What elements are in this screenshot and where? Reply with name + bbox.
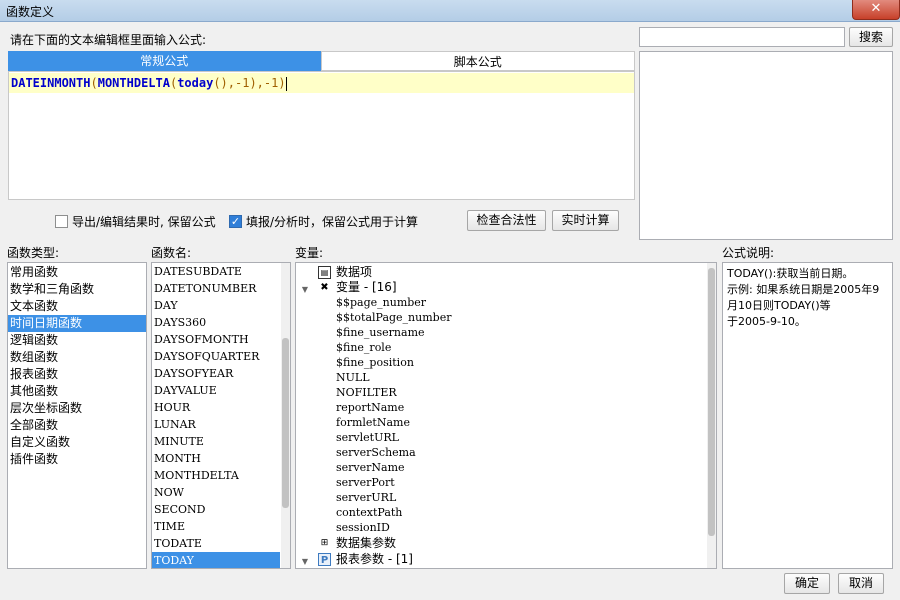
formula-fn-monthdelta: MONTHDELTA bbox=[97, 76, 170, 90]
variable-item[interactable]: NULL bbox=[336, 370, 370, 385]
search-results-panel[interactable] bbox=[639, 51, 893, 240]
function-list: DATESUBDATE DATETONUMBER DAY DAYS360 DAYSOFM… bbox=[151, 262, 291, 569]
variable-item[interactable]: $fine_username bbox=[336, 325, 425, 340]
formula-fn-dateinmonth: DATEINMONTH bbox=[11, 76, 91, 90]
category-item[interactable]: 逻辑函数 bbox=[8, 332, 146, 349]
collapse-icon[interactable]: ▼ bbox=[300, 554, 310, 568]
function-item[interactable]: SECOND bbox=[152, 501, 280, 518]
function-list-scroll-thumb[interactable] bbox=[282, 338, 289, 508]
function-item[interactable]: HOUR bbox=[152, 399, 280, 416]
function-item[interactable]: DATESUBDATE bbox=[152, 263, 280, 280]
table-icon: ▤ bbox=[318, 266, 331, 279]
variable-item[interactable]: contextPath bbox=[336, 505, 402, 520]
title-bar: 函数定义 ✕ bbox=[0, 0, 900, 22]
function-item[interactable]: MONTHDELTA bbox=[152, 467, 280, 484]
formula-args: (),-1),-1) bbox=[213, 76, 286, 90]
variable-item[interactable]: reportName bbox=[336, 400, 404, 415]
keep-formula-export-checkbox[interactable] bbox=[55, 215, 68, 228]
category-item[interactable]: 数组函数 bbox=[8, 349, 146, 366]
function-item[interactable]: TODAY bbox=[152, 552, 280, 568]
category-item[interactable]: 插件函数 bbox=[8, 451, 146, 468]
tab-normal-formula[interactable]: 常规公式 bbox=[8, 51, 321, 71]
function-list-scrollbar[interactable] bbox=[281, 263, 290, 568]
prompt-label: 请在下面的文本编辑框里面输入公式: bbox=[10, 33, 207, 47]
variable-item[interactable]: serverURL bbox=[336, 490, 396, 505]
category-item[interactable]: 时间日期函数 bbox=[8, 315, 146, 332]
variable-header: 变量: bbox=[295, 246, 324, 260]
function-item[interactable]: DAYSOFQUARTER bbox=[152, 348, 280, 365]
text-caret bbox=[285, 76, 287, 91]
variable-item[interactable]: $fine_role bbox=[336, 340, 391, 355]
tab-script-formula[interactable]: 脚本公式 bbox=[320, 51, 635, 71]
formula-tabs: 常规公式 脚本公式 bbox=[8, 51, 635, 71]
variable-tree-scroll-thumb[interactable] bbox=[708, 268, 715, 536]
dataset-params-label: 数据集参数 bbox=[336, 536, 397, 550]
variable-item[interactable]: $fine_position bbox=[336, 355, 414, 370]
variable-tree-scrollbar[interactable] bbox=[707, 263, 716, 568]
function-item[interactable]: MINUTE bbox=[152, 433, 280, 450]
category-header: 函数类型: bbox=[7, 246, 60, 260]
variable-tree: ▤ 数据项 ▼ ✖ 变量 - [16] $$page_number $$total… bbox=[295, 262, 717, 569]
description-header: 公式说明: bbox=[722, 246, 775, 260]
keep-formula-fill-label: 填报/分析时，保留公式用于计算 bbox=[246, 215, 419, 229]
category-item[interactable]: 自定义函数 bbox=[8, 434, 146, 451]
function-item[interactable]: TIME bbox=[152, 518, 280, 535]
keep-formula-export-label: 导出/编辑结果时, 保留公式 bbox=[72, 215, 216, 229]
category-item[interactable]: 常用函数 bbox=[8, 264, 146, 281]
variable-icon: ✖ bbox=[320, 282, 329, 293]
function-item[interactable]: DAYS360 bbox=[152, 314, 280, 331]
formula-fn-today: today bbox=[177, 76, 214, 90]
formula-line[interactable]: DATEINMONTH(MONTHDELTA(today(),-1),-1) bbox=[9, 73, 634, 93]
dataset-param-icon: ⊞ bbox=[320, 538, 329, 548]
variable-item[interactable]: serverPort bbox=[336, 475, 395, 490]
category-list: 常用函数 数学和三角函数 文本函数 时间日期函数 逻辑函数 数组函数 报表函数 其他函数 层次坐… bbox=[7, 262, 147, 569]
report-params-label: 报表参数 - [1] bbox=[336, 552, 413, 566]
check-validity-button[interactable]: 检查合法性 bbox=[467, 210, 546, 231]
keep-formula-fill-checkbox[interactable]: ✓ bbox=[229, 215, 242, 228]
variable-item[interactable]: $$page_number bbox=[336, 295, 426, 310]
search-button[interactable]: 搜索 bbox=[849, 27, 893, 47]
function-item[interactable]: MONTH bbox=[152, 450, 280, 467]
description-text: TODAY():获取当前日期。 示例: 如果系统日期是2005年9 月10日则T… bbox=[727, 267, 880, 328]
category-item[interactable]: 全部函数 bbox=[8, 417, 146, 434]
ok-button[interactable]: 确定 bbox=[784, 573, 830, 594]
variable-item[interactable]: formletName bbox=[336, 415, 410, 430]
parameter-icon: P bbox=[318, 553, 331, 566]
variable-item[interactable]: $$totalPage_number bbox=[336, 310, 451, 325]
close-button[interactable]: ✕ bbox=[852, 0, 900, 20]
function-item[interactable]: DAYVALUE bbox=[152, 382, 280, 399]
function-item[interactable]: DAYSOFYEAR bbox=[152, 365, 280, 382]
search-input[interactable] bbox=[639, 27, 845, 47]
formula-paren: ( bbox=[90, 76, 98, 90]
description-panel: TODAY():获取当前日期。 示例: 如果系统日期是2005年9 月10日则T… bbox=[722, 262, 893, 569]
function-header: 函数名: bbox=[151, 246, 192, 260]
function-item[interactable]: DAYSOFMONTH bbox=[152, 331, 280, 348]
category-item[interactable]: 其他函数 bbox=[8, 383, 146, 400]
variable-item[interactable]: servletURL bbox=[336, 430, 399, 445]
function-item[interactable]: DAY bbox=[152, 297, 280, 314]
category-item[interactable]: 报表函数 bbox=[8, 366, 146, 383]
function-item[interactable]: TODATE bbox=[152, 535, 280, 552]
category-item[interactable]: 数学和三角函数 bbox=[8, 281, 146, 298]
variable-item[interactable]: serverSchema bbox=[336, 445, 416, 460]
function-item[interactable]: LUNAR bbox=[152, 416, 280, 433]
variable-group-label: 变量 - [16] bbox=[336, 280, 397, 294]
cancel-button[interactable]: 取消 bbox=[838, 573, 884, 594]
variable-item[interactable]: sessionID bbox=[336, 520, 390, 535]
category-item[interactable]: 文本函数 bbox=[8, 298, 146, 315]
variable-item[interactable]: NOFILTER bbox=[336, 385, 397, 400]
formula-editor[interactable]: DATEINMONTH(MONTHDELTA(today(),-1),-1) bbox=[8, 71, 635, 200]
data-item-label: 数据项 bbox=[336, 265, 373, 279]
collapse-icon[interactable]: ▼ bbox=[300, 282, 310, 297]
function-item[interactable]: NOW bbox=[152, 484, 280, 501]
variable-item[interactable]: serverName bbox=[336, 460, 405, 475]
window-title: 函数定义 bbox=[6, 5, 55, 19]
realtime-calc-button[interactable]: 实时计算 bbox=[552, 210, 619, 231]
function-item[interactable]: DATETONUMBER bbox=[152, 280, 280, 297]
category-item[interactable]: 层次坐标函数 bbox=[8, 400, 146, 417]
